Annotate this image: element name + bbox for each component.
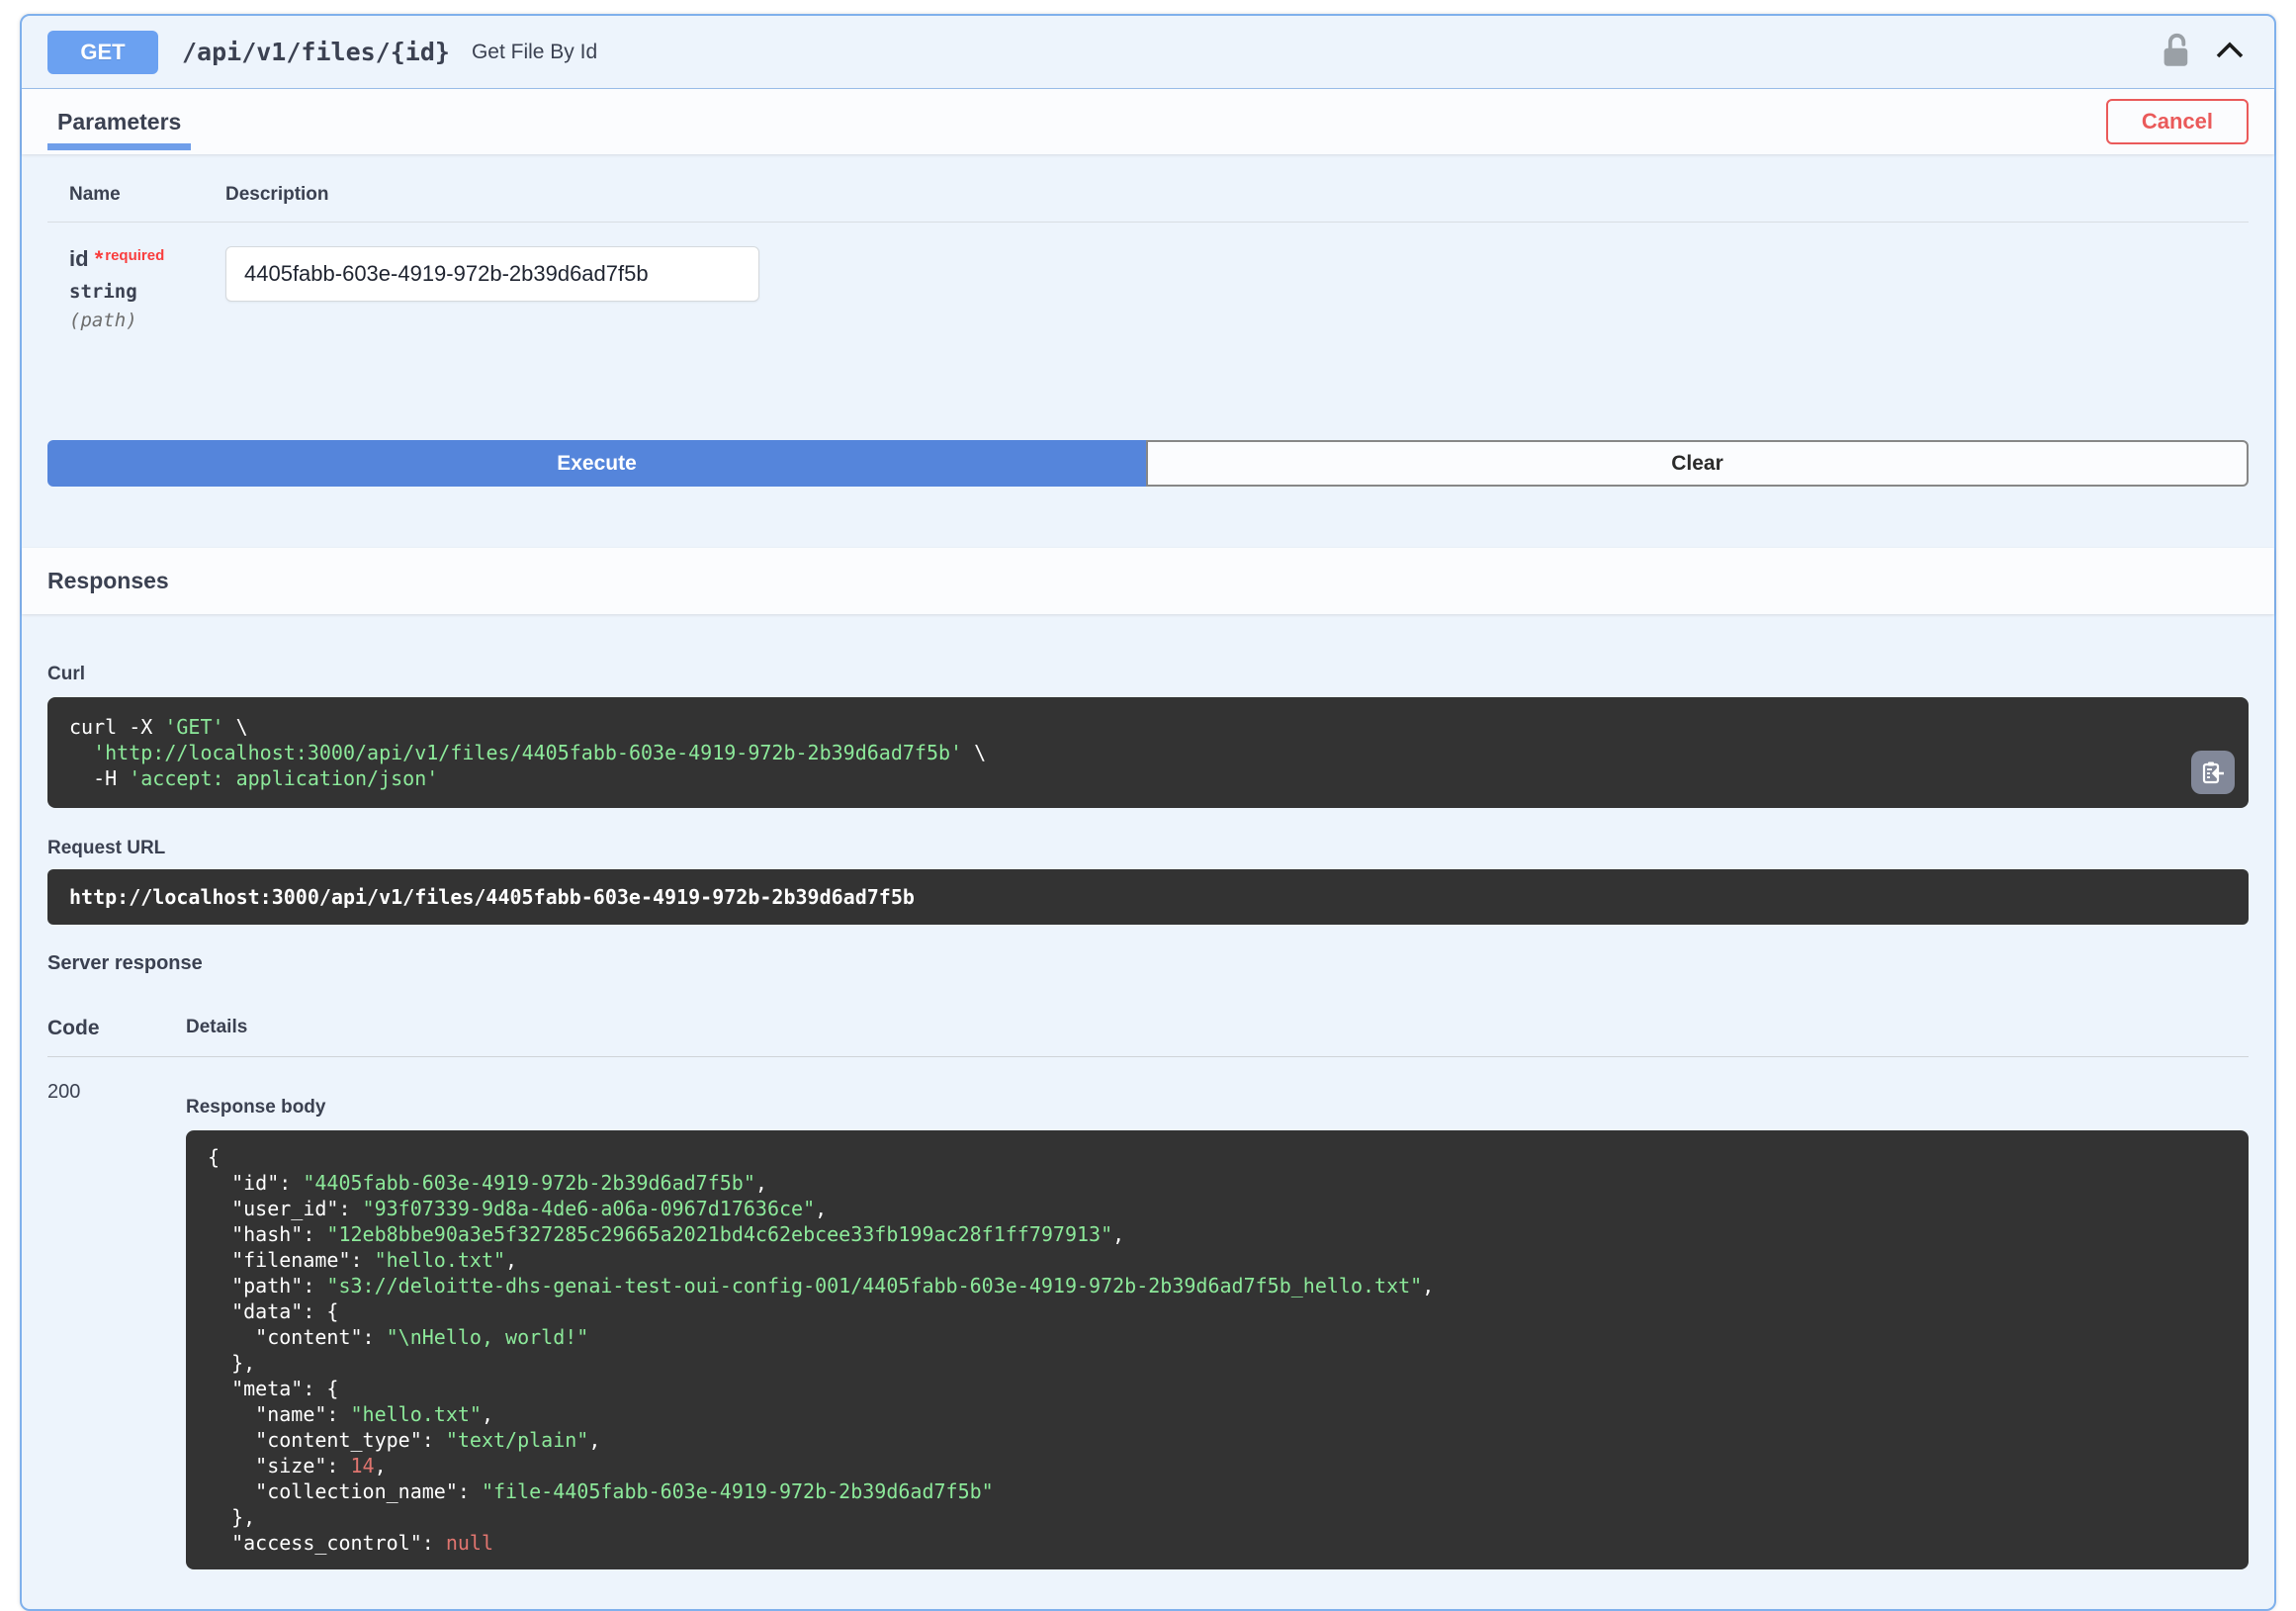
parameter-type: string [69,281,137,303]
copy-to-clipboard-icon[interactable] [2191,751,2235,794]
column-header-name: Name [69,184,121,205]
http-method-badge: GET [47,30,158,74]
required-asterisk: * [94,246,104,271]
status-code: 200 [47,1081,81,1103]
column-header-description: Description [225,184,329,205]
parameter-name-text: id [69,246,89,271]
parameter-meta: id * required string (path) [69,246,225,331]
response-table-header: Code Details [47,1017,2249,1057]
parameter-name: id * required [69,246,225,272]
server-response-label: Server response [47,952,203,974]
tab-parameters[interactable]: Parameters [47,89,192,154]
clear-button[interactable]: Clear [1146,440,2249,487]
operation-summary[interactable]: GET /api/v1/files/{id} Get File By Id [22,16,2274,89]
column-header-code: Code [47,1017,100,1039]
endpoint-path: /api/v1/files/{id} [182,38,450,66]
curl-label: Curl [47,664,85,684]
parameter-row-id: id * required string (path) [47,223,2249,331]
responses-body: Curl curl -X 'GET' \ 'http://localhost:3… [22,614,2274,1569]
parameters-section-header: Parameters Cancel [22,89,2274,154]
operation-block-get-file-by-id: GET /api/v1/files/{id} Get File By Id Pa… [20,14,2276,1611]
unlocked-padlock-icon[interactable] [2158,29,2195,75]
response-body-label: Response body [186,1097,326,1118]
endpoint-summary: Get File By Id [471,40,598,63]
parameter-description-cell [225,246,2249,331]
response-details-cell: Response body { "id": "4405fabb-603e-491… [186,1057,2249,1569]
id-parameter-input[interactable] [225,246,759,302]
required-label: required [105,247,165,264]
responses-section-header: Responses [22,548,2274,614]
chevron-up-icon[interactable] [2211,38,2249,66]
execute-row: Execute Clear [47,440,2249,487]
execute-button[interactable]: Execute [47,440,1146,487]
request-url-label: Request URL [47,838,166,858]
curl-command-code: curl -X 'GET' \ 'http://localhost:3000/a… [69,715,987,790]
responses-title: Responses [47,568,169,593]
response-body-code: { "id": "4405fabb-603e-4919-972b-2b39d6a… [208,1145,1435,1555]
request-url-value: http://localhost:3000/api/v1/files/4405f… [47,869,2249,925]
response-body-block: { "id": "4405fabb-603e-4919-972b-2b39d6a… [186,1130,2249,1569]
curl-command-block: curl -X 'GET' \ 'http://localhost:3000/a… [47,697,2249,808]
parameters-body: Name Description id * required string (pa… [22,154,2274,331]
response-row-200: 200 Response body { "id": "4405fabb-603e… [47,1057,2249,1569]
column-header-details: Details [186,1017,248,1037]
cancel-button[interactable]: Cancel [2105,99,2249,144]
parameters-table-header: Name Description [47,184,2249,223]
parameter-location: (path) [69,310,137,331]
